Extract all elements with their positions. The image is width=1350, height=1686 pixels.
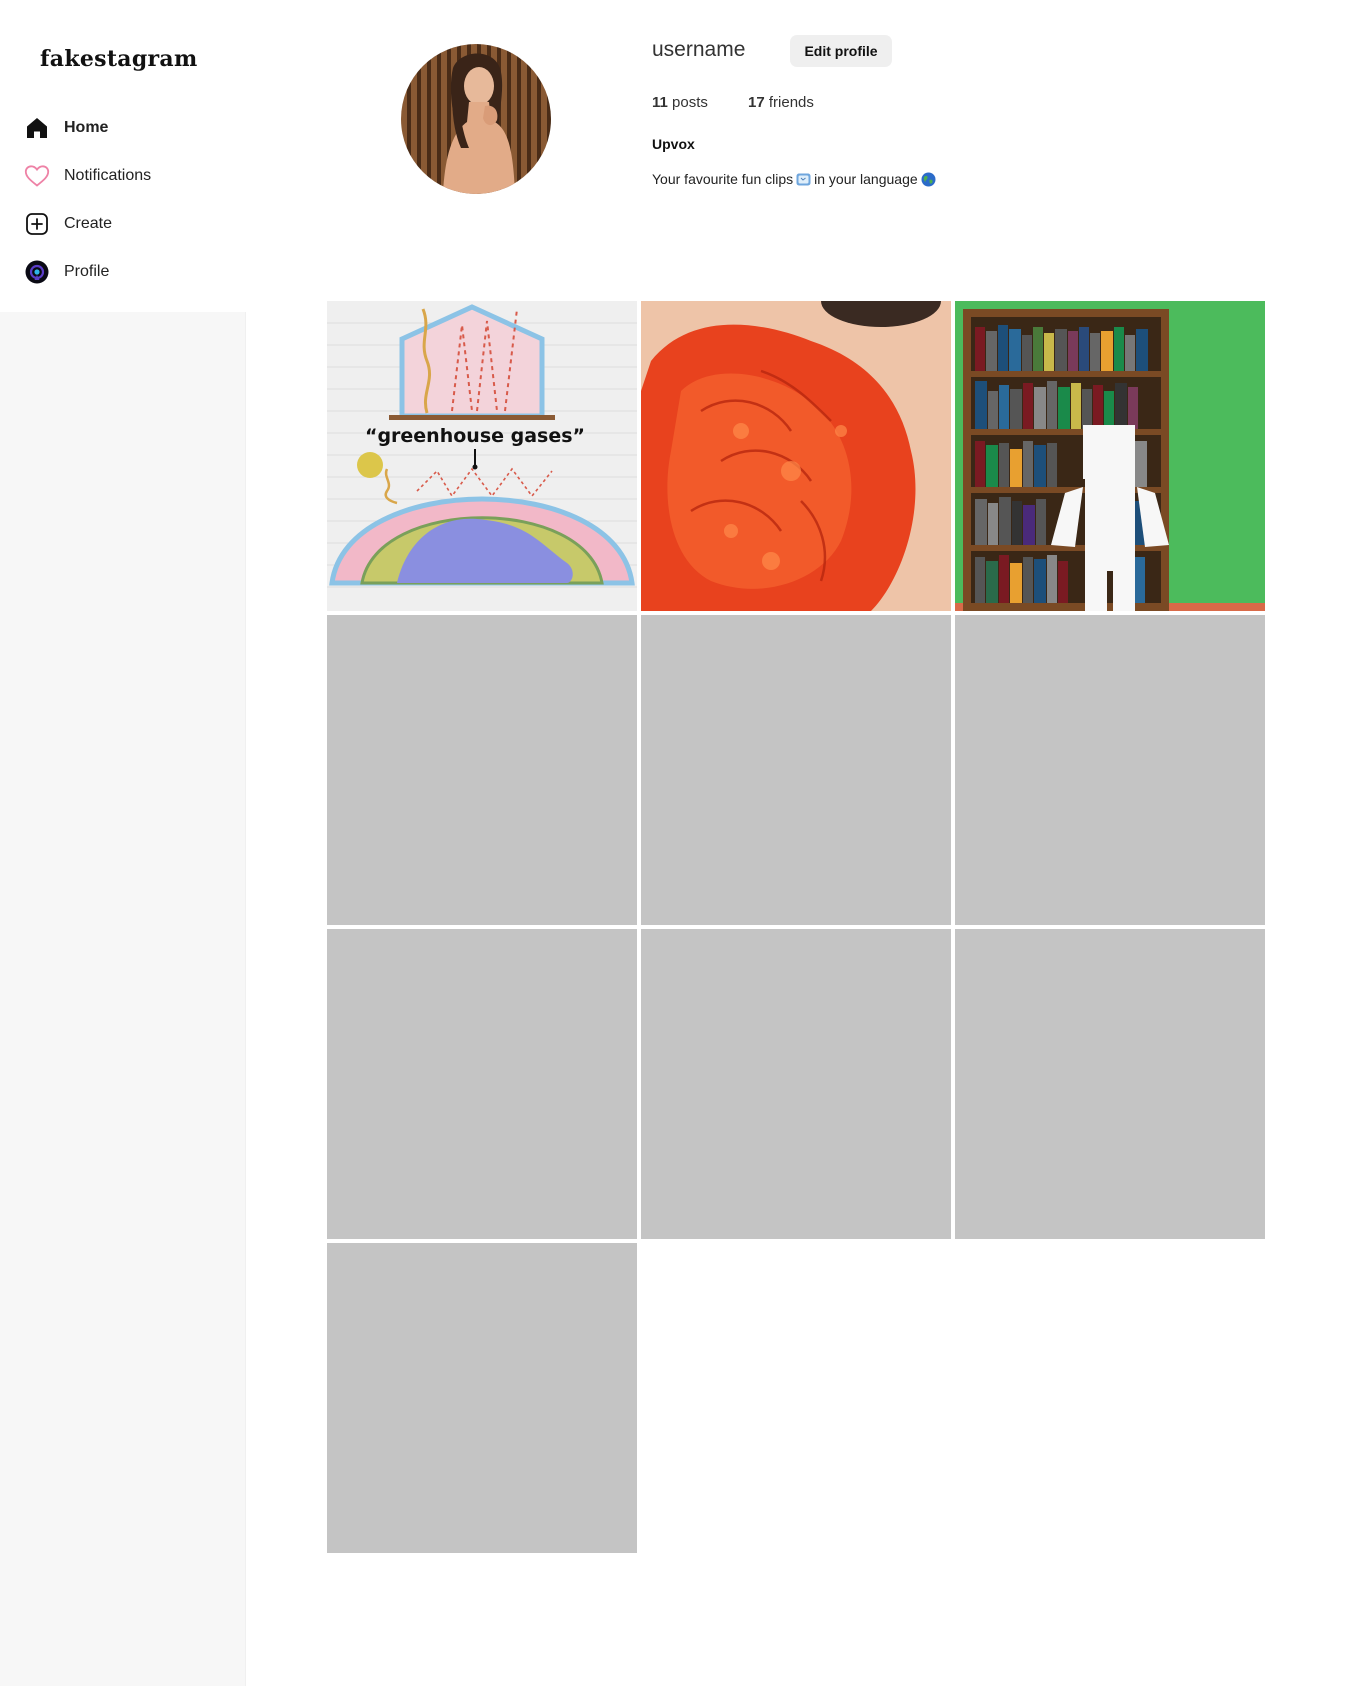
post-thumbnail-placeholder[interactable]	[327, 929, 637, 1239]
post-thumbnail[interactable]	[955, 301, 1265, 611]
profile-display-name: Upvox	[652, 136, 695, 152]
sidebar-item-profile[interactable]: Profile	[24, 257, 109, 287]
friends-count-stat[interactable]: 17 friends	[748, 94, 814, 111]
edit-profile-button[interactable]: Edit profile	[790, 35, 892, 67]
sidebar-item-home[interactable]: Home	[24, 113, 108, 143]
tv-emoji-icon	[796, 172, 811, 187]
post-thumbnail-placeholder[interactable]	[327, 615, 637, 925]
post-thumbnail-placeholder[interactable]	[955, 929, 1265, 1239]
heart-icon	[24, 163, 50, 189]
posts-count: 11	[652, 94, 668, 111]
bio-text-start: Your favourite fun clips	[652, 171, 794, 187]
sidebar-item-notifications[interactable]: Notifications	[24, 161, 151, 191]
posts-count-stat: 11 posts	[652, 94, 708, 111]
sidebar-item-create[interactable]: Create	[24, 209, 112, 239]
plus-square-icon	[24, 211, 50, 237]
home-icon	[24, 115, 50, 141]
app-logo[interactable]: fakestagram	[40, 46, 198, 72]
post-thumbnail[interactable]	[641, 301, 951, 611]
sidebar-item-label: Profile	[64, 263, 110, 280]
profile-avatar-icon	[24, 259, 50, 285]
bookshelf-robot-image	[955, 301, 1265, 611]
post-thumbnail-placeholder[interactable]	[641, 615, 951, 925]
profile-bio: Your favourite fun clips in your languag…	[652, 171, 939, 187]
thumbnail-caption: “greenhouse gases”	[365, 425, 585, 447]
friends-label: friends	[768, 94, 814, 111]
sidebar-panel	[0, 312, 246, 1686]
sidebar-item-label: Notifications	[64, 167, 152, 184]
red-paint-image	[641, 301, 951, 611]
bio-text-end: in your language	[814, 171, 918, 187]
greenhouse-diagram-image: “greenhouse gases”	[327, 301, 637, 611]
profile-username: username	[652, 38, 746, 61]
globe-emoji-icon	[921, 172, 936, 187]
posts-label: posts	[672, 94, 708, 111]
profile-avatar[interactable]	[401, 44, 551, 194]
post-thumbnail-placeholder[interactable]	[641, 929, 951, 1239]
post-thumbnail[interactable]: “greenhouse gases”	[327, 301, 637, 611]
friends-count: 17	[748, 94, 765, 111]
sidebar-item-label: Home	[64, 119, 109, 136]
post-thumbnail-placeholder[interactable]	[327, 1243, 637, 1553]
sidebar-item-label: Create	[64, 215, 113, 232]
post-thumbnail-placeholder[interactable]	[955, 615, 1265, 925]
